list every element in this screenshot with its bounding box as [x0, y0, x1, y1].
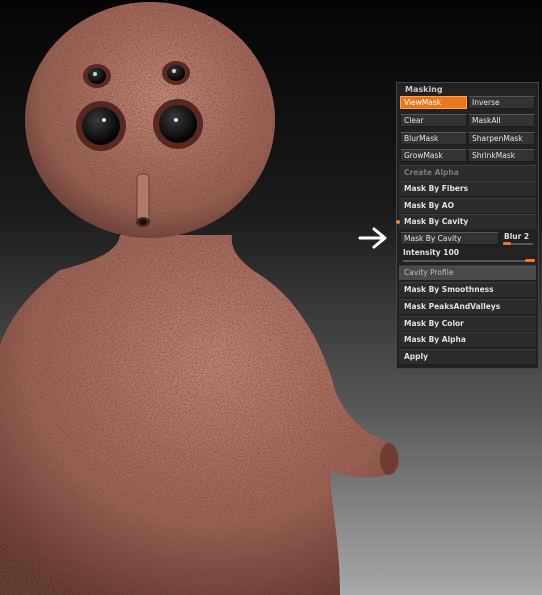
right-arrow-icon: [358, 227, 387, 249]
blur-mask-button[interactable]: BlurMask: [400, 132, 467, 145]
mask-by-alpha-button[interactable]: Mask By Alpha: [399, 332, 536, 347]
clear-button[interactable]: Clear: [400, 114, 467, 127]
mask-all-button[interactable]: MaskAll: [468, 114, 535, 127]
mask-by-cavity-section[interactable]: Mask By Cavity: [396, 214, 536, 229]
small-eye-left: [83, 64, 111, 88]
cavity-profile-button[interactable]: Cavity Profile: [399, 265, 536, 280]
doll-body: [0, 2, 400, 595]
intensity-slider-label: Intensity 100: [403, 248, 459, 257]
mask-by-color-button[interactable]: Mask By Color: [399, 316, 536, 331]
nose-tube: [136, 173, 150, 227]
sharpen-mask-button[interactable]: SharpenMask: [468, 132, 535, 145]
blur-slider-label: Blur 2: [504, 232, 530, 241]
mask-by-cavity-button[interactable]: Mask By Cavity: [400, 232, 499, 245]
grow-mask-button[interactable]: GrowMask: [400, 149, 467, 162]
intensity-slider[interactable]: [403, 260, 535, 262]
blur-slider-fill: [503, 242, 511, 245]
arm-stump: [380, 443, 398, 475]
inverse-button[interactable]: Inverse: [468, 96, 535, 109]
mask-by-fibers-button[interactable]: Mask By Fibers: [399, 181, 536, 196]
mask-by-smoothness-button[interactable]: Mask By Smoothness: [399, 282, 536, 297]
section-indicator-dot: [396, 220, 400, 224]
apply-button[interactable]: Apply: [399, 349, 536, 364]
intensity-slider-knob: [525, 259, 535, 262]
shrink-mask-button[interactable]: ShrinkMask: [468, 149, 535, 162]
mask-by-ao-button[interactable]: Mask By AO: [399, 198, 536, 213]
masking-title: Masking: [405, 85, 443, 94]
masking-panel: Masking ViewMask Inverse Clear MaskAll B…: [396, 82, 539, 369]
small-eye-right: [162, 61, 190, 85]
large-eye-left: [76, 101, 126, 151]
mask-by-cavity-header: Mask By Cavity: [404, 217, 469, 226]
view-mask-button[interactable]: ViewMask: [400, 96, 467, 109]
create-alpha-button: Create Alpha: [399, 165, 536, 180]
large-eye-right: [153, 99, 203, 149]
mask-peaks-valleys-button[interactable]: Mask PeaksAndValleys: [399, 299, 536, 314]
